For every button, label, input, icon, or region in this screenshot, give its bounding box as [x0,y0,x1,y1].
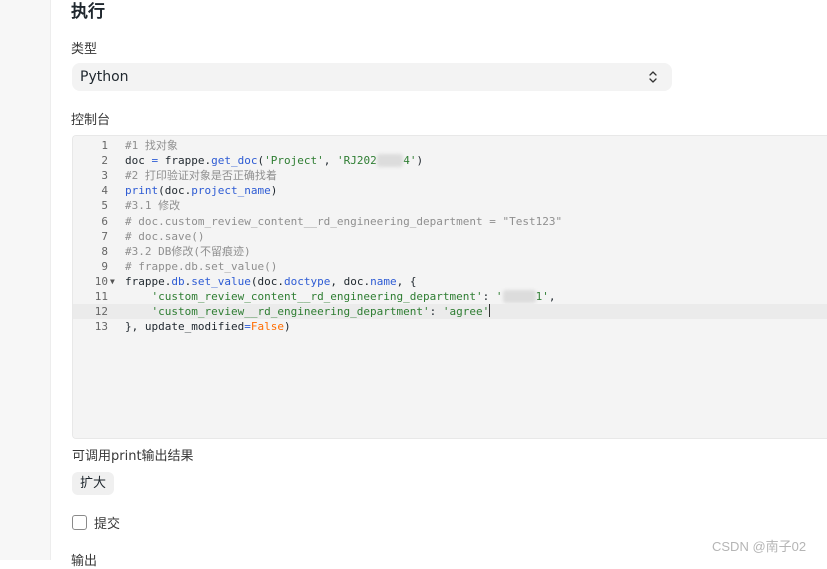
code-token: , [323,154,337,168]
code-token: 4' [403,154,417,168]
section-title: 执行 [71,2,105,22]
left-sidebar-rail [0,0,51,560]
code-line[interactable]: 12 'custom_review__rd_engineering_depart… [73,304,827,320]
code-token: frappe. [158,154,212,168]
code-token: frappe. [125,274,172,288]
code-token: ) [283,320,291,334]
line-code: #1 找对象 [125,138,178,153]
line-code: #3.1 修改 [125,198,180,213]
code-token: # doc.save() [125,229,205,243]
line-number: 5 [101,199,108,213]
code-token: # doc.custom_review_content__rd_engineer… [125,214,563,228]
line-number: 12 [94,305,108,319]
code-token: 'custom_review_content__rd_engineering_d… [151,290,483,303]
code-line[interactable]: 3 #2 打印验证对象是否正确找着 [73,168,827,183]
line-code: print(doc.project_name) [125,183,277,198]
line-code: # doc.save() [125,229,204,244]
code-token: 'custom_review__rd_engineering_departmen… [151,305,430,319]
code-token: ) [270,184,278,198]
code-line[interactable]: 13 }, update_modified=False) [73,319,827,334]
line-number: 6 [101,214,108,228]
chevron-up-down-icon [649,71,657,83]
type-select[interactable]: Python [72,63,672,91]
code-token: 'agree' [442,305,490,319]
console-label: 控制台 [71,113,111,128]
submit-checkbox[interactable] [72,515,87,530]
text-cursor [489,304,491,318]
line-code: 'custom_review__rd_engineering_departmen… [125,304,491,319]
line-code: #3.2 DB修改(不留痕迹) [125,244,251,259]
watermark: CSDN @南子02 [712,539,807,554]
code-line[interactable]: 5 #3.1 修改 [73,198,827,213]
code-token: get_doc [211,154,258,168]
line-number: 9 [101,259,108,273]
type-select-value: Python [80,69,129,85]
code-line[interactable]: 1 #1 找对象 [73,138,827,153]
code-token: doc [125,154,152,168]
line-code: frappe.db.set_value(doc.doctype, doc.nam… [125,274,416,289]
redacted-token: 00000 [502,290,536,303]
code-line[interactable]: 11 'custom_review_content__rd_engineerin… [73,289,827,304]
line-code: # doc.custom_review_content__rd_engineer… [125,214,562,229]
code-token: , [548,290,556,303]
line-code: 'custom_review_content__rd_engineering_d… [125,289,556,304]
code-token: #3.1 修改 [125,199,181,213]
code-token: 1' [535,290,549,303]
code-token: #3.2 DB修改(不留痕迹) [125,244,251,258]
console-help-text: 可调用print输出结果 [72,449,194,464]
code-token: ) [416,154,424,168]
line-number: 10 [94,274,108,288]
code-line[interactable]: 9 # frappe.db.set_value() [73,259,827,274]
code-token: #2 打印验证对象是否正确找着 [125,169,277,183]
code-line[interactable]: 4 print(doc.project_name) [73,183,827,198]
line-number: 7 [101,229,108,243]
code-line[interactable]: 2 doc = frappe.get_doc('Project', 'RJ2020… [73,153,827,168]
code-line[interactable]: 6 # doc.custom_review_content__rd_enginee… [73,214,827,229]
code-token: print [125,184,159,198]
submit-checkbox-label: 提交 [94,517,121,532]
code-token: project_name [191,184,271,198]
code-token: , { [396,274,417,288]
line-number: 4 [101,184,108,198]
code-line[interactable]: 8 #3.2 DB修改(不留痕迹) [73,244,827,259]
code-line[interactable]: 10 ▼ frappe.db.set_value(doc.doctype, doc.… [73,274,827,289]
code-token: = [244,320,251,334]
line-code: #2 打印验证对象是否正确找着 [125,168,277,183]
type-label: 类型 [71,42,98,57]
line-number: 13 [94,320,108,334]
code-token: (doc. [158,184,192,198]
code-token: db [171,274,185,288]
code-token: doctype [283,274,331,288]
line-code: doc = frappe.get_doc('Project', 'RJ20200… [125,153,423,168]
code-token: ' [495,290,503,303]
code-token: (doc. [250,274,284,288]
code-line[interactable]: 7 # doc.save() [73,229,827,244]
line-number: 2 [101,154,108,168]
code-editor[interactable]: 1 #1 找对象 2 doc = frappe.get_doc('Project', … [72,135,827,439]
code-token: 'RJ202 [336,154,377,168]
line-number: 3 [101,169,108,183]
code-token: 'Project' [264,154,324,168]
line-number: 1 [101,139,108,152]
line-number: 8 [101,244,108,258]
code-token: , doc. [330,274,371,288]
line-number: 11 [94,290,108,303]
code-token: }, update_modified [125,320,245,334]
code-token: : [482,290,496,303]
expand-button[interactable]: 扩大 [72,472,115,495]
code-token: : [429,305,443,319]
code-token: set_value [191,274,251,288]
code-token: # frappe.db.set_value() [125,259,278,273]
redacted-token: 0000 [376,154,404,168]
code-token: False [250,320,284,334]
code-token: name [370,274,397,288]
line-code: # frappe.db.set_value() [125,259,277,274]
code-token: #1 找对象 [125,139,178,152]
line-code: }, update_modified=False) [125,319,291,334]
fold-arrow-icon[interactable]: ▼ [110,274,118,289]
